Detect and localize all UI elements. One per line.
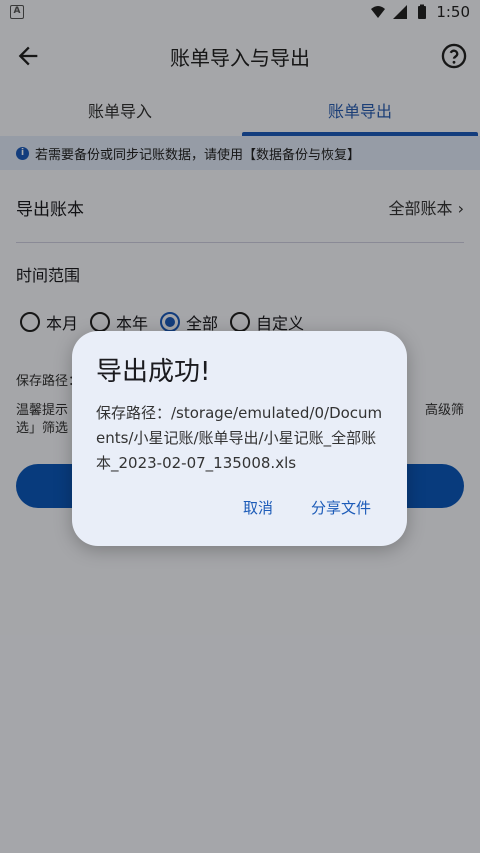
dialog-actions: 取消 分享文件 xyxy=(243,497,371,518)
cancel-button[interactable]: 取消 xyxy=(243,497,273,518)
share-file-button[interactable]: 分享文件 xyxy=(311,497,371,518)
dialog-message: 保存路径：/storage/emulated/0/Documents/小星记账/… xyxy=(96,404,383,472)
dialog-title: 导出成功! xyxy=(96,357,211,387)
export-success-dialog: 导出成功! 保存路径：/storage/emulated/0/Documents… xyxy=(72,331,407,546)
